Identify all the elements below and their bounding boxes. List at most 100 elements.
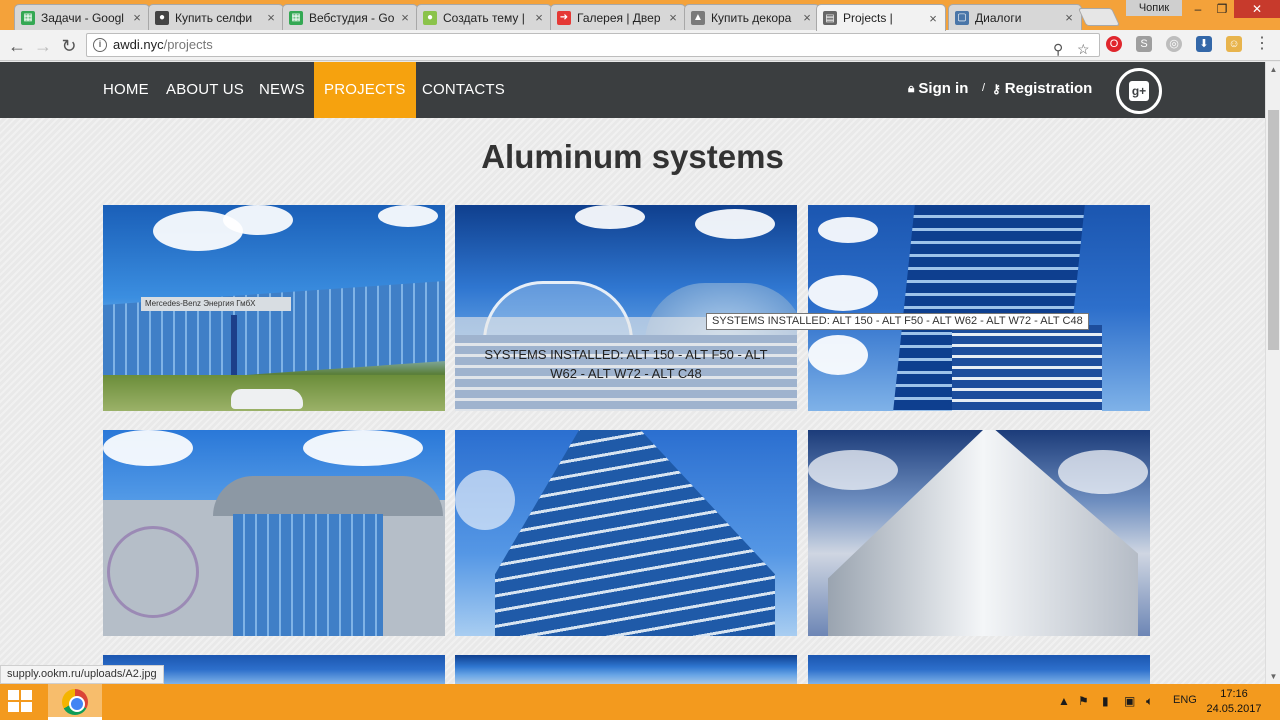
back-arrow-icon[interactable]: ← <box>6 35 28 57</box>
cloud <box>455 470 515 530</box>
close-tab-icon[interactable]: × <box>265 10 277 25</box>
chrome-icon <box>62 689 88 715</box>
circle-extension-icon[interactable]: ◎ <box>1166 36 1182 52</box>
browser-tab[interactable]: ● Купить селфи × <box>148 4 284 30</box>
chrome-menu-icon[interactable]: ⋮ <box>1254 36 1270 52</box>
cloud <box>575 205 645 229</box>
close-tab-icon[interactable]: × <box>927 11 939 26</box>
project-card[interactable]: Mercedes-Benz Энергия ГмбХ <box>103 205 445 411</box>
tab-title: Задачи - Googl <box>41 10 124 25</box>
close-tab-icon[interactable]: × <box>533 10 545 25</box>
project-card[interactable] <box>455 430 797 636</box>
registration-link[interactable]: ⚷ Registration <box>992 80 1092 97</box>
nav-projects[interactable]: PROJECTS <box>314 62 416 118</box>
close-tab-icon[interactable]: × <box>667 10 679 25</box>
browser-tab-active[interactable]: ▤ Projects | × <box>816 4 946 31</box>
project-card[interactable] <box>808 655 1150 684</box>
site-info-icon[interactable]: i <box>93 38 107 52</box>
site-favicon-icon: ▲ <box>691 10 705 25</box>
cloud <box>808 335 868 375</box>
scroll-up-icon[interactable]: ▲ <box>1266 62 1280 77</box>
face-extension-icon[interactable]: ☺ <box>1226 36 1242 52</box>
sign-text: Mercedes-Benz <box>145 299 202 308</box>
url-path: /projects <box>163 37 213 52</box>
system-clock[interactable]: 17:16 24.05.2017 <box>1204 687 1264 717</box>
tab-title: Вебстудия - Go <box>309 10 395 25</box>
lock-icon: 🔒︎ <box>908 81 915 95</box>
google-plus-button[interactable]: g+ <box>1116 68 1162 114</box>
maximize-icon[interactable]: ❐ <box>1208 0 1236 18</box>
browser-toolbar: ← → ↻ i awdi.nyc/projects ⚲ ☆ <box>0 30 1280 61</box>
project-card[interactable] <box>808 205 1150 411</box>
nav-news[interactable]: NEWS <box>259 62 305 118</box>
clock-date: 24.05.2017 <box>1206 703 1262 715</box>
project-card-hovered[interactable]: SYSTEMS INSTALLED: ALT 150 - ALT F50 - A… <box>455 205 797 411</box>
status-bubble: supply.ookm.ru/uploads/A2.jpg <box>0 665 164 684</box>
windows-start-icon[interactable] <box>8 690 34 714</box>
sheets-icon: ▦ <box>289 10 303 25</box>
cloud <box>303 430 423 466</box>
sign-in-link[interactable]: 🔒︎ Sign in <box>908 80 968 97</box>
flag-icon[interactable]: ⚑ <box>1078 694 1089 708</box>
browser-tab[interactable]: ▦ Вебстудия - Go × <box>282 4 418 30</box>
sign-in-label: Sign in <box>918 80 969 97</box>
project-card[interactable] <box>103 430 445 636</box>
site-favicon-icon: ● <box>155 10 169 25</box>
sheets-icon: ▦ <box>21 10 35 25</box>
google-plus-icon: g+ <box>1129 81 1149 101</box>
close-tab-icon[interactable]: × <box>131 10 143 25</box>
close-tab-icon[interactable]: × <box>801 10 813 25</box>
close-tab-icon[interactable]: × <box>399 10 411 25</box>
browser-tab-strip: ▦ Задачи - Googl × ● Купить селфи × ▦ Ве… <box>0 0 1280 31</box>
browser-tab[interactable]: ▲ Купить декора × <box>684 4 820 30</box>
close-tab-icon[interactable]: × <box>1063 10 1075 25</box>
browser-tab[interactable]: ● Создать тему | × <box>416 4 552 30</box>
cloud <box>1058 450 1148 494</box>
arrow-favicon-icon: ➜ <box>557 10 571 25</box>
profile-name[interactable]: Чопик <box>1126 0 1182 16</box>
tab-title: Projects | <box>843 11 893 25</box>
tab-title: Создать тему | <box>443 10 525 25</box>
tab-title: Диалоги <box>975 10 1022 25</box>
s-extension-icon[interactable]: S <box>1136 36 1152 52</box>
tooltip: SYSTEMS INSTALLED: ALT 150 - ALT F50 - A… <box>706 313 1089 330</box>
address-bar[interactable]: i awdi.nyc/projects ⚲ ☆ <box>86 33 1100 57</box>
curved-roof <box>213 476 443 516</box>
cloud <box>103 430 193 466</box>
page-title: Aluminum systems <box>481 138 784 175</box>
tray-expand-icon[interactable]: ▲ <box>1058 694 1070 708</box>
power-icon[interactable]: ▮ <box>1102 694 1109 708</box>
cloud <box>223 205 293 235</box>
curved-tower <box>495 430 775 636</box>
scroll-down-icon[interactable]: ▼ <box>1266 669 1280 684</box>
browser-tab[interactable]: ➜ Галерея | Двер × <box>550 4 686 30</box>
volume-icon[interactable]: 🔈︎ <box>1146 694 1153 709</box>
tab-title: Купить селфи <box>175 10 253 25</box>
systems-caption-overlay: SYSTEMS INSTALLED: ALT 150 - ALT F50 - A… <box>455 317 797 411</box>
tab-title: Купить декора <box>711 10 792 25</box>
reload-icon[interactable]: ↻ <box>58 35 80 57</box>
bookmark-star-icon[interactable]: ☆ <box>1077 38 1090 60</box>
opera-extension-icon[interactable]: O <box>1106 36 1122 52</box>
nav-home[interactable]: HOME <box>103 62 149 118</box>
project-card[interactable] <box>455 655 797 684</box>
car <box>231 389 303 409</box>
cloud <box>808 450 898 490</box>
key-icon[interactable]: ⚲ <box>1053 38 1063 60</box>
windows-taskbar: ▲ ⚑ ▮ ▣ 🔈︎ ENG 17:16 24.05.2017 <box>0 684 1280 720</box>
auth-separator: / <box>982 82 986 94</box>
download-extension-icon[interactable]: ⬇ <box>1196 36 1212 52</box>
browser-tab[interactable]: ▢ Диалоги × <box>948 4 1082 30</box>
network-icon[interactable]: ▣ <box>1124 694 1135 708</box>
language-indicator[interactable]: ENG <box>1173 694 1197 706</box>
nav-contacts[interactable]: CONTACTS <box>422 62 505 118</box>
new-tab-button[interactable] <box>1077 8 1121 26</box>
scrollbar-thumb[interactable] <box>1268 110 1279 350</box>
close-window-icon[interactable]: ✕ <box>1234 0 1280 18</box>
project-card[interactable] <box>808 430 1150 636</box>
forward-arrow-icon[interactable]: → <box>32 35 54 57</box>
browser-tab[interactable]: ▦ Задачи - Googl × <box>14 4 150 30</box>
page-scrollbar[interactable]: ▲ ▼ <box>1265 62 1280 684</box>
nav-about-us[interactable]: ABOUT US <box>166 62 244 118</box>
taskbar-chrome-button[interactable] <box>48 684 102 720</box>
